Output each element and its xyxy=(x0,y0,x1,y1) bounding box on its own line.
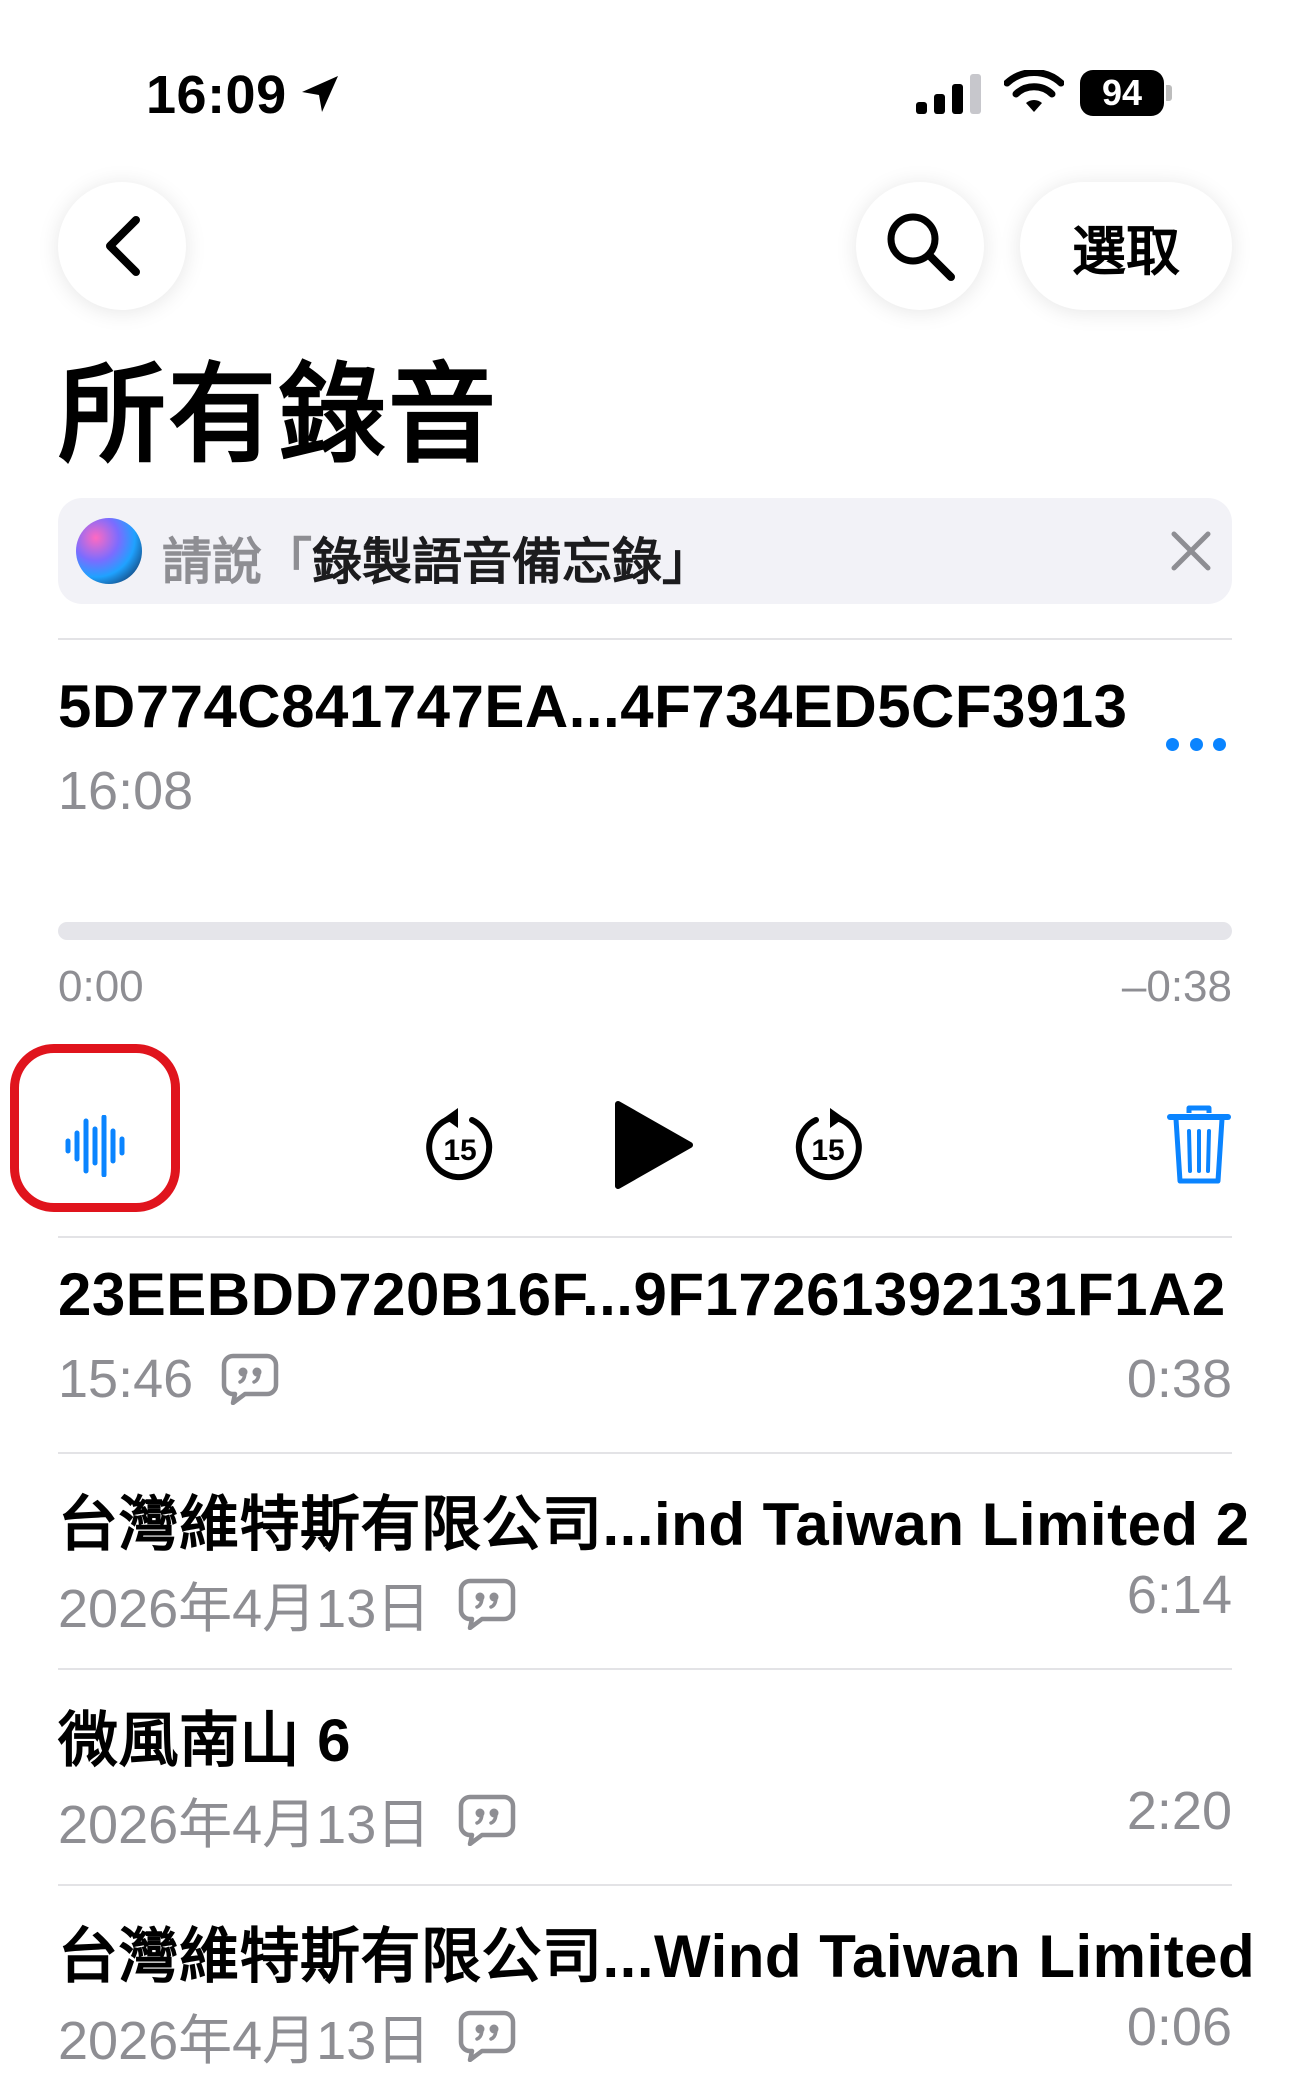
recording-title: 微風南山 6 xyxy=(58,1707,352,1774)
quote-bubble-icon xyxy=(221,1353,279,1405)
remaining-time: –0:38 xyxy=(1121,962,1232,1011)
recording-title: 23EEBDD720B16F...9F17261392131F1A2 xyxy=(58,1261,1226,1328)
siri-tip-banner[interactable]: 請說「錄製語音備忘錄」 xyxy=(58,498,1232,604)
skip-forward-button[interactable]: 15 xyxy=(786,1104,870,1188)
recording-meta: 15:46 xyxy=(58,1348,279,1410)
siri-tip-prefix: 請說「 xyxy=(162,534,312,590)
recording-meta: 2026年4月13日 xyxy=(58,1996,516,2075)
play-button[interactable] xyxy=(606,1098,696,1192)
recording-meta: 2026年4月13日 xyxy=(58,1564,516,1643)
location-arrow-icon xyxy=(302,76,338,112)
gobackward-15-icon: 15 xyxy=(426,1108,493,1181)
quote-bubble-icon xyxy=(458,2010,516,2062)
battery-cap xyxy=(1166,85,1172,101)
recording-meta: 2026年4月13日 xyxy=(58,1780,516,1859)
quote-bubble-icon xyxy=(458,1794,516,1846)
elapsed-time: 0:00 xyxy=(58,962,144,1011)
recording-title: 台灣維特斯有限公司...Wind Taiwan Limited xyxy=(58,1923,1256,1990)
magnifying-glass-icon xyxy=(887,213,955,281)
recording-title[interactable]: 5D774C841747EA...4F734ED5CF3913 xyxy=(58,672,1128,741)
recording-duration: 0:38 xyxy=(1126,1349,1232,1409)
playback-scrubber[interactable] xyxy=(58,922,1232,940)
delete-button[interactable] xyxy=(1166,1104,1232,1186)
goforward-15-icon: 15 xyxy=(795,1108,862,1181)
waveform-options-button[interactable] xyxy=(40,1106,150,1186)
more-dot xyxy=(1213,737,1226,751)
chevron-left-icon xyxy=(106,216,140,276)
recording-duration: 0:06 xyxy=(1126,1997,1232,2057)
status-time: 16:09 xyxy=(146,65,287,125)
back-button[interactable] xyxy=(58,182,186,310)
close-icon[interactable] xyxy=(1168,528,1214,574)
more-dot xyxy=(1166,737,1179,751)
page-title: 所有錄音 xyxy=(58,354,499,475)
wifi-icon xyxy=(1004,70,1064,112)
battery-indicator: 94 xyxy=(1080,70,1172,116)
divider xyxy=(58,638,1232,640)
play-icon xyxy=(615,1101,693,1189)
recording-title: 台灣維特斯有限公司...ind Taiwan Limited 2 xyxy=(58,1491,1250,1558)
trash-icon xyxy=(1167,1105,1231,1184)
skip-back-button[interactable]: 15 xyxy=(418,1104,502,1188)
recording-date: 2026年4月13日 xyxy=(58,2011,431,2071)
recording-row[interactable]: 台灣維特斯有限公司...ind Taiwan Limited 2 2026年4月… xyxy=(58,1454,1249,1668)
recording-duration: 2:20 xyxy=(1126,1781,1232,1841)
skip-forward-seconds: 15 xyxy=(811,1134,844,1167)
recording-date: 2026年4月13日 xyxy=(58,1579,431,1639)
more-dot xyxy=(1189,737,1203,751)
battery-level: 94 xyxy=(1080,70,1164,116)
recording-date: 15:46 xyxy=(58,1349,194,1409)
waveform-icon xyxy=(65,1115,125,1177)
recording-duration: 6:14 xyxy=(1126,1565,1232,1625)
cellular-signal-icon xyxy=(916,74,981,114)
siri-tip-phrase: 錄製語音備忘錄 xyxy=(312,534,662,590)
recording-row[interactable]: 23EEBDD720B16F...9F17261392131F1A2 15:46… xyxy=(58,1238,1232,1452)
recording-date: 2026年4月13日 xyxy=(58,1795,431,1855)
siri-tip-suffix: 」 xyxy=(662,534,712,590)
select-button[interactable]: 選取 xyxy=(1020,182,1232,310)
more-options-button[interactable] xyxy=(1166,730,1226,758)
recording-row[interactable]: 台灣維特斯有限公司...Wind Taiwan Limited 2026年4月1… xyxy=(58,1886,1255,2100)
quote-bubble-icon xyxy=(458,1578,516,1630)
siri-icon xyxy=(76,518,142,584)
search-button[interactable] xyxy=(856,182,984,310)
recording-time: 16:08 xyxy=(58,761,194,821)
siri-tip-text: 請說「錄製語音備忘錄」 xyxy=(162,522,712,594)
skip-back-seconds: 15 xyxy=(443,1134,476,1167)
recording-row[interactable]: 微風南山 6 2026年4月13日 2:20 xyxy=(58,1670,1232,1884)
